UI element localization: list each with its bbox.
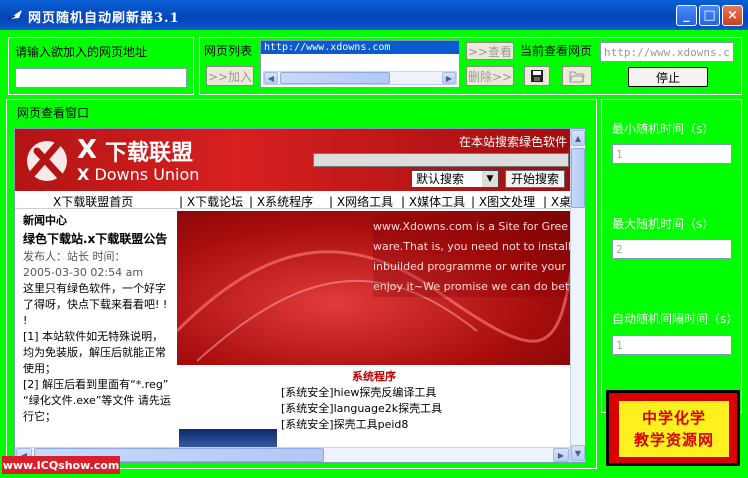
logo-line: 教学资源网 [633, 431, 714, 449]
interval-label: 自动随机间隔时间（s） [612, 312, 739, 326]
settings-panel: 最小随机时间（s） 最大随机时间（s） 自动随机间隔时间（s） [601, 99, 742, 413]
news-body: 这里只有绿色软件，一个好字了得呀，快点下载来看看吧! ! ! [23, 282, 168, 327]
scroll-left-icon[interactable]: ◀ [264, 72, 278, 84]
nav-item[interactable]: | X媒体工具 [401, 193, 466, 209]
url-label: 请输入欲加入的网页地址 [15, 45, 148, 59]
category-title: 系统程序 [352, 370, 396, 383]
interval-input[interactable] [612, 335, 732, 355]
close-button[interactable]: × [722, 5, 743, 26]
thumbnail-image[interactable] [179, 429, 277, 449]
open-folder-icon [569, 71, 585, 82]
maximize-button[interactable]: □ [699, 5, 720, 26]
nav-item[interactable]: | X网络工具 [329, 193, 394, 209]
site-search-label: 在本站搜索绿色软件 [459, 135, 568, 149]
banner-line: www.Xdowns.com is a Site for Gree [373, 220, 569, 233]
site-search-select-value: 默认搜索 [416, 172, 465, 186]
current-page-label: 当前查看网页 [520, 44, 593, 58]
news-body: [1] 本站软件如无特殊说明，均为免装版，解压后就能正常使用； [23, 330, 166, 375]
minimize-button[interactable]: _ [676, 5, 697, 26]
site-banner: www.Xdowns.com is a Site for Gree ware.T… [177, 211, 573, 365]
list-item[interactable]: [系统安全]hiew探壳反编译工具 [177, 385, 571, 401]
logo-line: 中学化学 [641, 409, 706, 427]
list-label: 网页列表 [204, 44, 253, 58]
nav-item[interactable]: X下载联盟首页 [53, 193, 133, 208]
min-time-label: 最小随机时间（s） [612, 122, 715, 136]
max-time-input[interactable] [612, 239, 732, 259]
add-button[interactable]: >>加入 [206, 66, 254, 86]
nav-item-label: X网络工具 [336, 195, 394, 209]
brand-logo[interactable]: 中学化学 教学资源网 [606, 390, 740, 466]
nav-item-label: X下载论坛 [186, 195, 244, 209]
nav-item-label: X图文处理 [478, 195, 536, 209]
nav-item-label: X桌 [550, 195, 571, 209]
nav-item-label: X系统程序 [256, 195, 314, 209]
banner-text: www.Xdowns.com is a Site for Gree ware.T… [373, 217, 573, 297]
open-folder-button[interactable] [562, 66, 592, 86]
banner-line: enjoy it~We promise we can do bett [373, 280, 574, 293]
banner-line: ware.That is, you need not to install [373, 240, 571, 253]
news-meta: 发布人：站长 时间： [23, 250, 126, 263]
app-icon [7, 10, 22, 20]
chevron-down-icon[interactable]: ▼ [482, 171, 498, 187]
site-search-button[interactable]: 开始搜索 [505, 170, 565, 188]
site-header: X 下载联盟 X Downs Union 在本站搜索绿色软件 默认搜索 ▼ 开始… [15, 129, 571, 191]
news-center: 新闻中心 绿色下载站.x下载联盟公告 发布人：站长 时间： 2005-03-30… [23, 213, 173, 425]
brand-cn: 下载联盟 [105, 140, 194, 166]
web-view[interactable]: X 下载联盟 X Downs Union 在本站搜索绿色软件 默认搜索 ▼ 开始… [14, 128, 586, 463]
list-item[interactable]: http://www.xdowns.com [261, 41, 459, 54]
scroll-up-icon[interactable]: ▲ [571, 130, 585, 146]
banner-line: inbuilded programme or write your [373, 260, 566, 273]
floppy-disk-icon [531, 70, 543, 82]
url-input[interactable] [15, 68, 187, 88]
news-meta: 2005-03-30 02:54 am [23, 266, 144, 279]
site-logo-icon [27, 141, 67, 181]
site-search-select[interactable]: 默认搜索 ▼ [411, 170, 499, 188]
scroll-thumb[interactable] [280, 72, 390, 84]
list-item[interactable]: [系统安全]language2k探壳工具 [177, 401, 571, 417]
site-nav: X下载联盟首页 | X下载论坛 | X系统程序 | X网络工具 | X媒体工具 … [15, 191, 571, 209]
nav-item[interactable]: | X系统程序 [249, 193, 314, 209]
save-button[interactable] [524, 66, 550, 86]
brand-en: X Downs Union [77, 165, 200, 184]
current-page-field[interactable] [600, 42, 734, 62]
brand-en-text: Downs Union [94, 165, 200, 184]
viewer-panel: 网页查看窗口 X 下载联盟 X Downs Union 在本站搜索绿色软件 默认… [6, 99, 597, 469]
news-body: [2] 解压后看到里面有“*.reg” “绿化文件.exe”等文件 请先运行它； [23, 378, 171, 423]
brand-logo-inner: 中学化学 教学资源网 [619, 401, 729, 457]
url-panel: 请输入欲加入的网页地址 [8, 37, 194, 95]
view-button[interactable]: >>查看 [466, 42, 514, 60]
list-h-scrollbar[interactable]: ◀ ▶ [263, 71, 457, 85]
site-search-input[interactable] [313, 153, 569, 167]
nav-item-label: X媒体工具 [408, 195, 466, 209]
scroll-down-icon[interactable]: ▼ [571, 445, 585, 461]
scroll-right-icon[interactable]: ▶ [553, 448, 569, 462]
nav-item[interactable]: | X图文处理 [471, 193, 536, 209]
url-listbox[interactable]: http://www.xdowns.com ◀ ▶ [260, 40, 460, 88]
category-list: 系统程序 [系统安全]hiew探壳反编译工具 [系统安全]language2k探… [177, 369, 571, 449]
brand-x: X [77, 135, 98, 165]
window-title: 网页随机自动刷新器3.1 [28, 11, 180, 26]
watermark: www.ICQshow.com [2, 456, 120, 474]
max-time-label: 最大随机时间（s） [612, 217, 715, 231]
min-time-input[interactable] [612, 144, 732, 164]
nav-item[interactable]: | X桌 [543, 193, 571, 209]
news-heading: 新闻中心 [23, 214, 67, 227]
viewer-label: 网页查看窗口 [17, 106, 90, 120]
title-bar[interactable]: 网页随机自动刷新器3.1 _ □ × [0, 0, 748, 30]
news-title[interactable]: 绿色下载站.x下载联盟公告 [23, 231, 173, 247]
delete-button[interactable]: 删除>> [466, 66, 514, 86]
web-v-scrollbar[interactable]: ▲ ▼ [570, 129, 585, 462]
nav-item[interactable]: | X下载论坛 [179, 193, 244, 209]
scroll-right-icon[interactable]: ▶ [442, 72, 456, 84]
stop-button[interactable]: 停止 [628, 67, 708, 87]
scroll-thumb[interactable] [571, 148, 585, 208]
list-panel: 网页列表 >>加入 http://www.xdowns.com ◀ ▶ >>查看… [199, 37, 742, 95]
